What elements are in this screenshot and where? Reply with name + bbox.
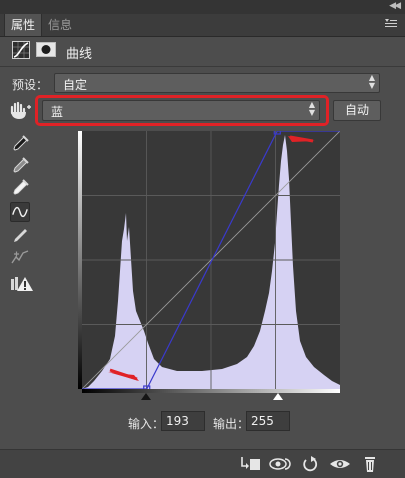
adjustment-header: 曲线 [0,37,405,65]
white-point-slider[interactable] [273,393,283,400]
curves-graph-canvas[interactable] [82,131,340,389]
reset-icon[interactable] [298,455,322,473]
black-point-eyedropper-icon[interactable] [10,134,30,154]
panel-titlebar: ◀◀ [0,0,405,15]
clipping-warning-icon[interactable] [10,274,34,294]
auto-button[interactable]: 自动 [333,100,381,121]
adjustment-title: 曲线 [66,47,93,62]
tab-properties[interactable]: 属性 [4,14,43,36]
preset-value: 自定 [63,78,88,92]
input-label: 输入： [128,417,165,431]
preset-dropdown[interactable]: 自定 ▲ ▼ [54,73,380,93]
panel-tabbar: 属性 信息 [0,14,405,37]
curve-edit-icon[interactable] [10,202,30,222]
delete-trash-icon[interactable] [358,455,382,473]
channel-value: 蓝 [51,105,64,119]
layer-mask-icon[interactable] [36,42,56,57]
input-gradient-bar [82,389,340,393]
black-point-slider[interactable] [141,393,151,400]
pencil-draw-icon[interactable] [10,226,30,246]
dropdown-arrows-icon: ▲ ▼ [308,100,315,117]
white-point-eyedropper-icon[interactable] [10,178,30,198]
channel-dropdown[interactable]: 蓝 ▲ ▼ [42,100,320,121]
tab-info[interactable]: 信息 [42,14,78,36]
view-previous-icon[interactable] [268,455,292,473]
gray-point-eyedropper-icon[interactable] [10,156,30,176]
divider [0,66,405,67]
panel-menu-icon[interactable] [385,19,397,29]
input-value-field[interactable]: 193 [161,411,205,431]
output-label: 输出： [213,417,250,431]
smooth-curve-icon[interactable] [10,248,30,268]
visibility-eye-icon[interactable] [328,455,352,473]
curves-adjustment-icon [12,41,30,59]
on-image-adjust-icon[interactable] [10,101,32,119]
preset-label: 预设： [12,78,49,92]
bottom-toolbar [0,449,405,478]
dropdown-arrows-icon: ▲ ▼ [368,73,375,90]
clip-to-layer-icon[interactable] [238,455,262,473]
collapse-panel-icon[interactable]: ◀◀ [389,1,401,11]
output-value-field[interactable]: 255 [246,411,290,431]
